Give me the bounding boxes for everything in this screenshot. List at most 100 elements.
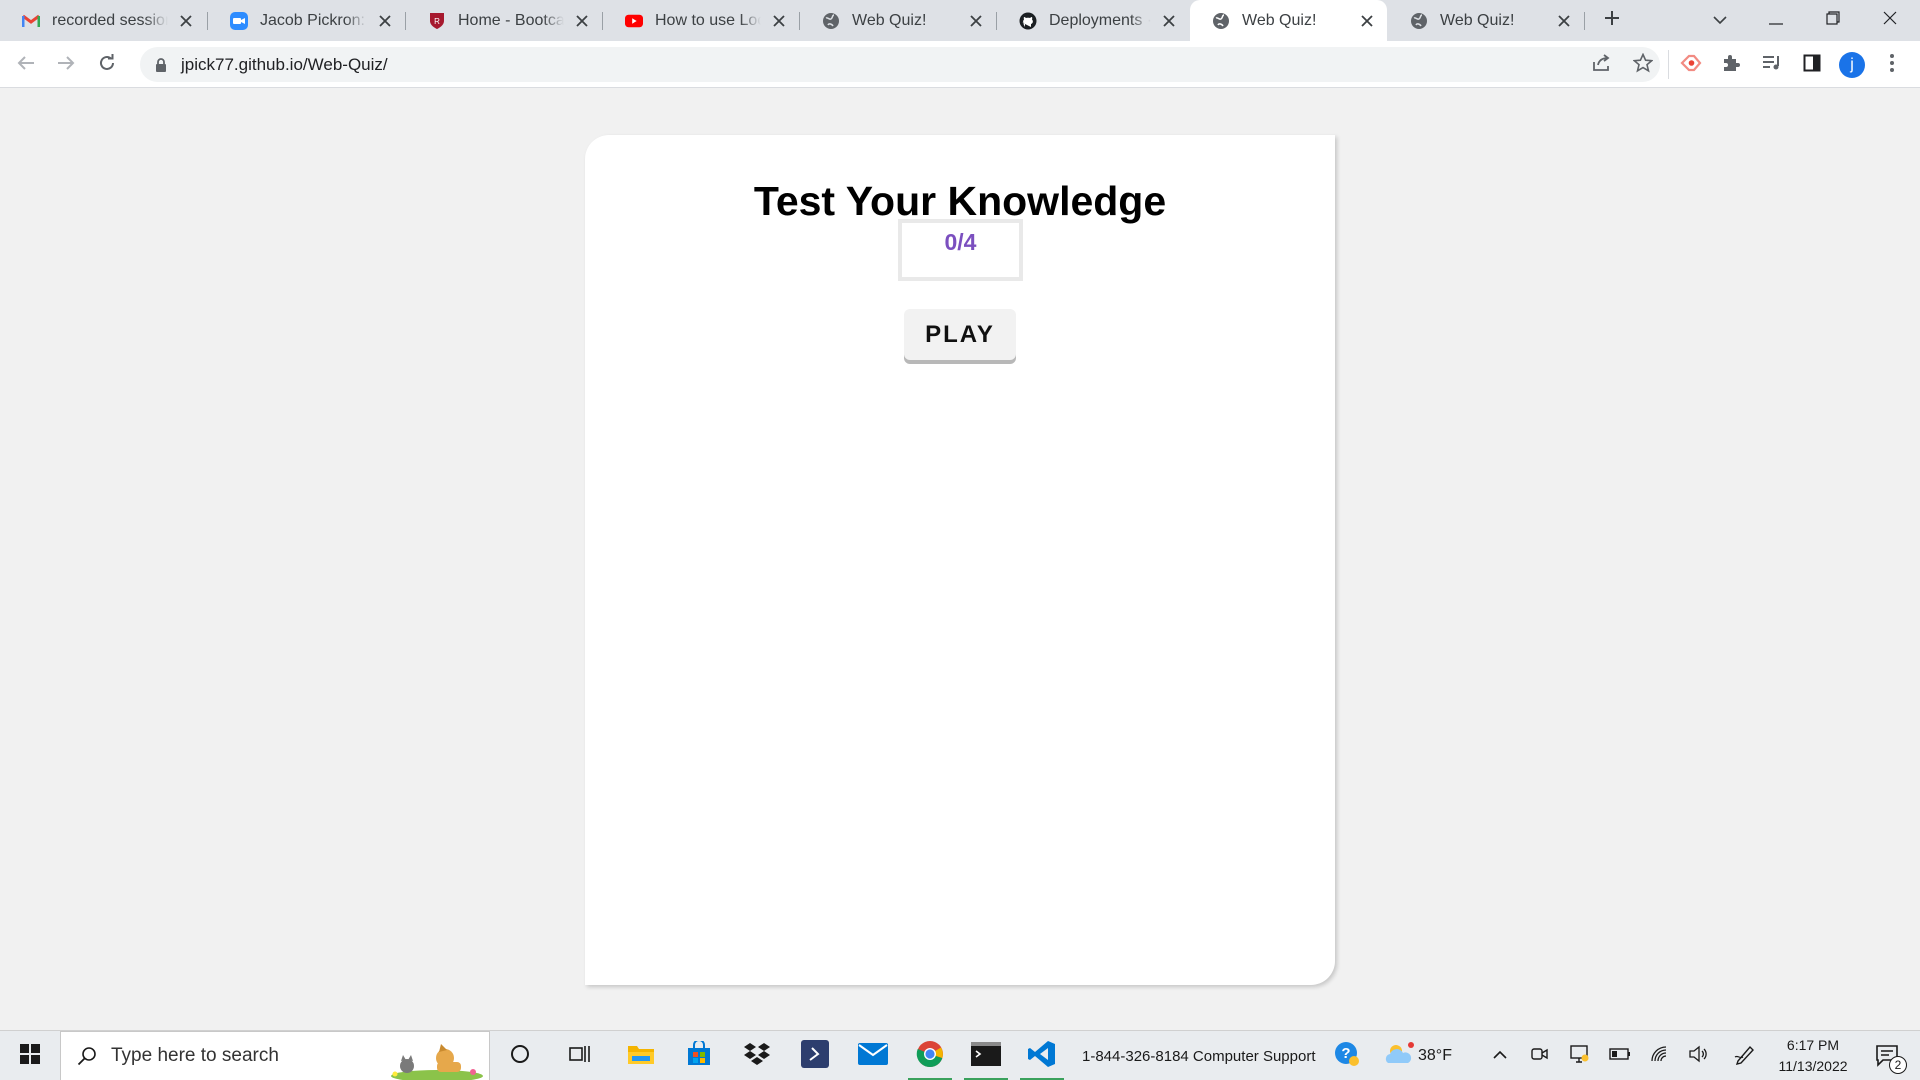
kebab-menu-icon — [1890, 53, 1894, 77]
weather-temperature[interactable]: 38°F — [1418, 1031, 1470, 1080]
folder-icon — [627, 1043, 655, 1070]
arrow-left-icon — [17, 55, 35, 76]
forward-button[interactable] — [50, 49, 82, 81]
play-button[interactable]: PLAY — [904, 309, 1016, 360]
terminal-app-icon — [801, 1039, 829, 1073]
tab-title: How to use Local — [655, 11, 761, 29]
bookmark-button[interactable] — [1627, 49, 1659, 81]
video-camera-icon — [1531, 1046, 1549, 1067]
tab-title: Deployments · jpi — [1049, 11, 1151, 29]
volume-button[interactable] — [1686, 1031, 1710, 1080]
network-monitor-icon — [1570, 1044, 1590, 1068]
mail-button[interactable] — [852, 1031, 894, 1080]
vscode-taskbar-button[interactable] — [1020, 1031, 1064, 1080]
minimize-button[interactable] — [1756, 0, 1796, 41]
close-tab-icon[interactable] — [769, 11, 789, 31]
lock-icon[interactable] — [153, 57, 169, 73]
dropbox-icon — [743, 1042, 771, 1071]
tab-title: Jacob Pickron: Jur — [260, 11, 367, 29]
partly-cloudy-icon — [1382, 1041, 1414, 1072]
battery-button[interactable] — [1608, 1031, 1632, 1080]
battery-icon — [1609, 1047, 1631, 1065]
extensions-button[interactable] — [1715, 49, 1747, 81]
reload-button[interactable] — [91, 49, 123, 81]
close-tab-icon[interactable] — [572, 11, 592, 31]
mail-envelope-icon — [858, 1042, 888, 1070]
cortana-circle-icon — [510, 1044, 530, 1069]
cortana-button[interactable] — [500, 1031, 540, 1080]
task-view-button[interactable] — [560, 1031, 600, 1080]
close-tab-icon[interactable] — [375, 11, 395, 31]
close-tab-icon[interactable] — [1159, 11, 1179, 31]
notification-icon: 2 — [1875, 1044, 1907, 1074]
new-tab-button[interactable] — [1596, 0, 1628, 41]
media-control-button[interactable] — [1756, 49, 1788, 81]
pen-menu-button[interactable] — [1732, 1031, 1758, 1080]
profile-button[interactable]: j — [1836, 49, 1868, 81]
svg-text:?: ? — [1341, 1045, 1350, 1062]
pen-icon — [1734, 1043, 1756, 1070]
chrome-taskbar-button[interactable] — [908, 1031, 952, 1080]
taskbar-search-box[interactable]: Type here to search — [60, 1031, 490, 1080]
share-icon — [1592, 53, 1612, 77]
computer-support-widget[interactable]: 1-844-326-8184 Computer Support — [1082, 1031, 1322, 1080]
search-highlight-illustration-icon — [387, 1036, 483, 1080]
svg-text:R: R — [434, 17, 440, 26]
tab-zoom[interactable]: Jacob Pickron: Jur — [208, 0, 405, 41]
clock-time: 6:17 PM — [1786, 1037, 1840, 1053]
side-panel-button[interactable] — [1796, 49, 1828, 81]
help-question-icon: ? — [1334, 1041, 1360, 1072]
chevron-down-icon — [1712, 12, 1728, 30]
screen-recorder-extension-icon — [1680, 54, 1702, 77]
show-hidden-icons-button[interactable] — [1488, 1031, 1512, 1080]
microsoft-store-button[interactable] — [678, 1031, 720, 1080]
tab-web-quiz-3[interactable]: Web Quiz! — [1388, 0, 1584, 41]
weather-button[interactable] — [1378, 1031, 1418, 1080]
close-window-button[interactable] — [1870, 0, 1910, 41]
chevron-up-icon — [1492, 1047, 1508, 1065]
address-bar[interactable]: jpick77.github.io/Web-Quiz/ — [140, 47, 1660, 82]
tab-github-deployments[interactable]: Deployments · jpi — [997, 0, 1189, 41]
wifi-icon — [1650, 1045, 1670, 1068]
restore-button[interactable] — [1813, 0, 1853, 41]
extension-button[interactable] — [1675, 49, 1707, 81]
close-tab-icon[interactable] — [966, 11, 986, 31]
close-tab-icon[interactable] — [1554, 11, 1574, 31]
terminal-taskbar-button[interactable] — [964, 1031, 1008, 1080]
meet-now-button[interactable] — [1528, 1031, 1552, 1080]
windows-security-button[interactable] — [1568, 1031, 1592, 1080]
tab-bootcamp[interactable]: R Home - Bootcam — [406, 0, 602, 41]
support-phone-text: 1-844-326-8184 Computer Support — [1082, 1047, 1316, 1065]
quiz-card: Test Your Knowledge 0/4 PLAY — [585, 135, 1335, 985]
back-button[interactable] — [10, 49, 42, 81]
browser-menu-button[interactable] — [1876, 49, 1908, 81]
tab-youtube[interactable]: How to use Local — [603, 0, 799, 41]
start-button[interactable] — [10, 1031, 50, 1080]
close-tab-icon[interactable] — [1357, 11, 1377, 31]
tab-web-quiz-1[interactable]: Web Quiz! — [800, 0, 996, 41]
close-tab-icon[interactable] — [176, 11, 196, 31]
temperature-text: 38°F — [1418, 1047, 1452, 1064]
powershell-app-button[interactable] — [794, 1031, 836, 1080]
github-icon — [1019, 12, 1037, 30]
wifi-button[interactable] — [1648, 1031, 1672, 1080]
tab-web-quiz-active[interactable]: Web Quiz! — [1190, 0, 1387, 41]
toolbar-divider — [1668, 50, 1669, 79]
dropbox-button[interactable] — [736, 1031, 778, 1080]
globe-icon — [822, 12, 840, 30]
file-explorer-button[interactable] — [620, 1031, 662, 1080]
taskbar-clock[interactable]: 6:17 PM 11/13/2022 — [1768, 1035, 1858, 1077]
globe-icon — [1212, 12, 1230, 30]
help-tray-button[interactable]: ? — [1330, 1031, 1364, 1080]
tab-title: Web Quiz! — [852, 11, 927, 29]
action-center-button[interactable]: 2 — [1866, 1031, 1910, 1080]
search-placeholder: Type here to search — [111, 1045, 279, 1066]
tab-gmail[interactable]: recorded session — [0, 0, 206, 41]
plus-icon — [1603, 9, 1621, 32]
share-button[interactable] — [1586, 49, 1618, 81]
tab-search-button[interactable] — [1700, 0, 1740, 41]
url-text[interactable]: jpick77.github.io/Web-Quiz/ — [181, 55, 388, 75]
page-title: Test Your Knowledge — [753, 178, 1167, 224]
chrome-icon — [916, 1040, 944, 1073]
arrow-right-icon — [57, 55, 75, 76]
